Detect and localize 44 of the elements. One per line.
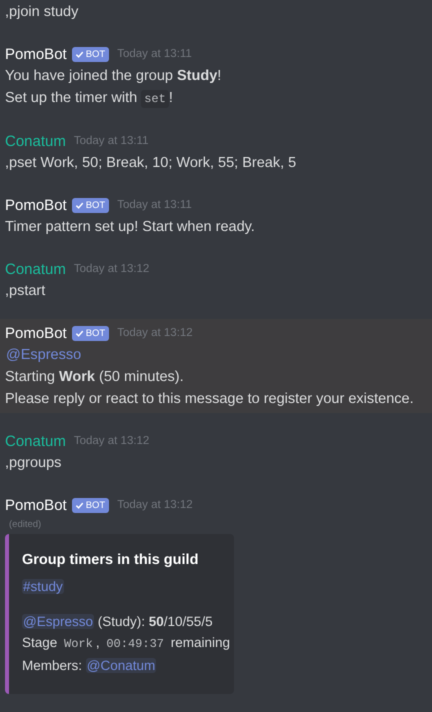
author-name[interactable]: PomoBot (5, 496, 67, 514)
timestamp: Today at 13:12 (74, 435, 150, 447)
timestamp: Today at 13:12 (117, 327, 193, 339)
mention-link[interactable]: @Conatum (86, 658, 156, 673)
author-name[interactable]: PomoBot (5, 46, 67, 62)
message-text: ,pstart (5, 283, 46, 299)
mention-link[interactable]: @Espresso (22, 614, 94, 629)
message-text: remaining (170, 635, 230, 650)
timestamp: Today at 13:11 (74, 135, 148, 147)
bot-badge: BOT (72, 326, 110, 340)
message-text: Starting Work (50 minutes). (5, 369, 184, 385)
check-icon (74, 500, 84, 510)
message-text: (Study): 50/10/55/5 (96, 614, 213, 629)
author-name[interactable]: PomoBot (5, 324, 67, 342)
mention-link[interactable]: @Espresso (5, 347, 82, 363)
message-text: Please reply or react to this message to register your existence. (5, 391, 414, 407)
inline-code: set (141, 90, 169, 108)
message-text: Members: (22, 658, 84, 673)
edited-label: (edited) (9, 519, 42, 530)
check-icon (74, 50, 84, 58)
author-name[interactable]: Conatum (5, 432, 66, 450)
author-name[interactable]: PomoBot (5, 196, 67, 214)
message-text: Timer pattern set up! Start when ready. (5, 219, 255, 235)
check-icon (74, 328, 84, 338)
message-text: ,pgroups (5, 455, 62, 471)
bot-badge: BOT (72, 46, 110, 62)
message-text: , (96, 635, 101, 650)
author-name[interactable]: Conatum (5, 132, 66, 150)
message-text: ,pjoin study (5, 4, 78, 20)
embed-title: Group timers in this guild (22, 551, 200, 570)
check-icon (74, 200, 84, 210)
bot-badge: BOT (72, 198, 110, 212)
message-text: You have joined the group Study! (5, 68, 222, 84)
author-name[interactable]: Conatum (5, 260, 66, 278)
timestamp: Today at 13:11 (117, 48, 192, 60)
timestamp: Today at 13:12 (117, 499, 193, 511)
timestamp: Today at 13:12 (74, 263, 150, 275)
message-text: Set up the timer with (5, 90, 138, 106)
message-text: Stage (22, 635, 58, 650)
channel-link[interactable]: #study (22, 579, 64, 594)
timestamp: Today at 13:11 (117, 199, 192, 211)
message-text: ! (168, 90, 173, 106)
message-text: ,pset Work, 50; Break, 10; Work, 55; Break, 5 (5, 155, 296, 171)
bot-badge: BOT (72, 498, 110, 512)
